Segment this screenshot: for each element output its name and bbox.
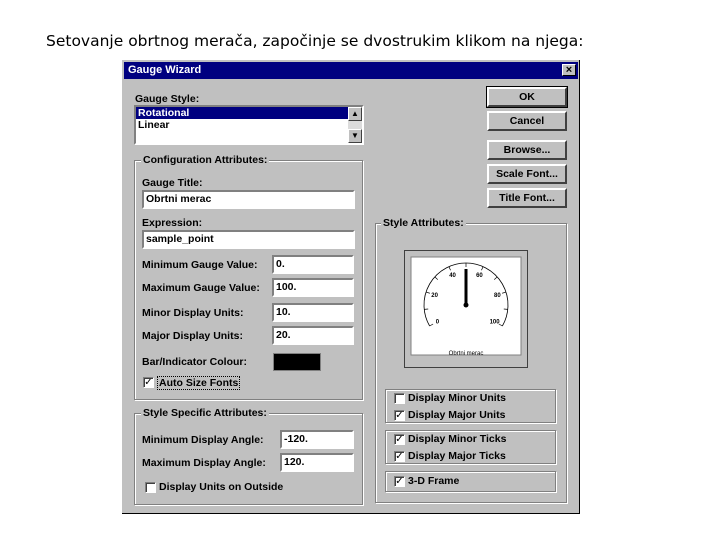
gauge-pivot <box>463 302 469 308</box>
min-gauge-value-label: Minimum Gauge Value: <box>142 259 258 271</box>
min-display-angle-input[interactable]: -120. <box>280 430 354 449</box>
scroll-down-icon[interactable]: ▼ <box>348 129 362 143</box>
dialog-titlebar[interactable]: Gauge Wizard × <box>124 62 578 79</box>
expression-input[interactable]: sample_point <box>142 230 355 249</box>
gauge-style-scrollbar[interactable]: ▲ ▼ <box>348 107 362 143</box>
gauge-preview[interactable]: 0 20 40 60 80 100 Obrtni merac <box>404 250 528 368</box>
display-minor-ticks-label: Display Minor Ticks <box>408 433 507 445</box>
gauge-preview-caption: Obrtni merac <box>448 351 484 357</box>
gauge-tick-label: 20 <box>431 293 438 299</box>
display-major-ticks-checkbox[interactable]: ✓ <box>394 451 405 462</box>
browse-button[interactable]: Browse... <box>487 140 567 160</box>
max-display-angle-input[interactable]: 120. <box>280 453 354 472</box>
gauge-tick-label: 80 <box>494 293 501 299</box>
display-minor-ticks-checkbox[interactable]: ✓ <box>394 434 405 445</box>
configuration-group-title: Configuration Attributes: <box>141 154 270 166</box>
gauge-style-option-rotational[interactable]: Rotational <box>136 107 362 119</box>
min-gauge-value-input[interactable]: 0. <box>272 255 354 274</box>
major-display-units-label: Major Display Units: <box>142 330 243 342</box>
gauge-style-option-linear[interactable]: Linear <box>136 119 362 131</box>
display-units-outside-label: Display Units on Outside <box>159 481 284 493</box>
display-major-units-checkbox[interactable]: ✓ <box>394 410 405 421</box>
scale-font-button[interactable]: Scale Font... <box>487 164 567 184</box>
expression-label: Expression: <box>142 217 203 229</box>
ok-button[interactable]: OK <box>486 86 568 108</box>
display-minor-units-checkbox[interactable] <box>394 393 405 404</box>
frame-3d-checkbox[interactable]: ✓ <box>394 476 405 487</box>
style-specific-group-title: Style Specific Attributes: <box>141 407 269 419</box>
gauge-title-label: Gauge Title: <box>142 177 203 189</box>
close-icon[interactable]: × <box>562 64 576 76</box>
scroll-up-icon[interactable]: ▲ <box>348 107 362 121</box>
gauge-wizard-dialog: Gauge Wizard × Gauge Style: Rotational L… <box>122 60 580 514</box>
title-font-button[interactable]: Title Font... <box>487 188 567 208</box>
display-units-outside-checkbox[interactable] <box>145 482 156 493</box>
gauge-tick-label: 60 <box>476 273 483 279</box>
auto-size-fonts-label: Auto Size Fonts <box>157 376 241 390</box>
max-gauge-value-input[interactable]: 100. <box>272 278 354 297</box>
gauge-preview-svg: 02040 6080100 <box>410 256 522 356</box>
display-minor-units-label: Display Minor Units <box>408 392 507 404</box>
max-display-angle-label: Maximum Display Angle: <box>142 457 266 469</box>
display-major-units-label: Display Major Units <box>408 409 506 421</box>
gauge-style-label: Gauge Style: <box>135 93 200 105</box>
gauge-tick-label: 40 <box>449 273 456 279</box>
frame-3d-label: 3-D Frame <box>408 475 460 487</box>
dialog-title: Gauge Wizard <box>128 64 202 76</box>
max-gauge-value-label: Maximum Gauge Value: <box>142 282 260 294</box>
gauge-title-input[interactable]: Obrtni merac <box>142 190 355 209</box>
min-display-angle-label: Minimum Display Angle: <box>142 434 264 446</box>
slide-caption: Setovanje obrtnog merača, započinje se d… <box>46 32 584 50</box>
cancel-button[interactable]: Cancel <box>487 111 567 131</box>
display-major-ticks-label: Display Major Ticks <box>408 450 506 462</box>
gauge-style-listbox[interactable]: Rotational Linear ▲ ▼ <box>134 105 364 145</box>
bar-indicator-colour-label: Bar/Indicator Colour: <box>142 356 248 368</box>
auto-size-fonts-checkbox[interactable]: ✓ <box>143 377 154 388</box>
minor-display-units-label: Minor Display Units: <box>142 307 244 319</box>
gauge-tick-label: 100 <box>490 320 501 326</box>
major-display-units-input[interactable]: 20. <box>272 326 354 345</box>
minor-display-units-input[interactable]: 10. <box>272 303 354 322</box>
style-attributes-group-title: Style Attributes: <box>381 217 466 229</box>
bar-indicator-colour-swatch[interactable] <box>273 353 321 371</box>
